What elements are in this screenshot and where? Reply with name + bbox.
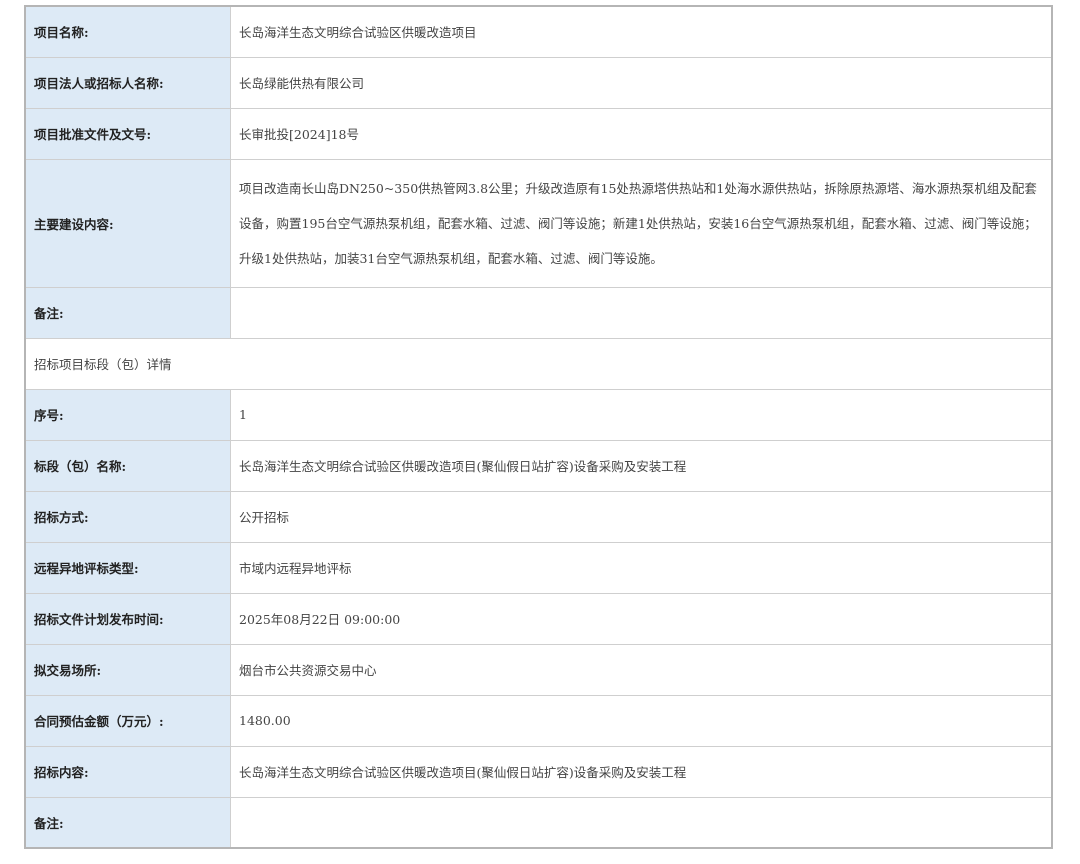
approval-doc-value: 长审批投[2024]18号: [230, 107, 1053, 160]
table-row-venue: 拟交易场所: 烟台市公共资源交易中心: [24, 643, 1053, 696]
bid-content-value: 长岛海洋生态文明综合试验区供暖改造项目(聚仙假日站扩容)设备采购及安装工程: [230, 745, 1053, 798]
table-row-construction-content: 主要建设内容: 项目改造南长山岛DN250~350供热管网3.8公里；升级改造原…: [24, 158, 1053, 288]
table-row-project-name: 项目名称: 长岛海洋生态文明综合试验区供暖改造项目: [24, 5, 1053, 58]
construction-content-label: 主要建设内容:: [24, 158, 231, 288]
bid-remarks-value: [230, 796, 1053, 849]
table-row-section-title: 招标项目标段（包）详情: [24, 337, 1053, 390]
contract-amount-label: 合同预估金额（万元）:: [24, 694, 231, 747]
approval-doc-label: 项目批准文件及文号:: [24, 107, 231, 160]
info-table-container: 项目名称: 长岛海洋生态文明综合试验区供暖改造项目 项目法人或招标人名称: 长岛…: [24, 5, 1053, 849]
table-row-tenderer: 项目法人或招标人名称: 长岛绿能供热有限公司: [24, 56, 1053, 109]
table-row-bid-remarks: 备注:: [24, 796, 1053, 849]
table-row-bid-method: 招标方式: 公开招标: [24, 490, 1053, 543]
bid-content-label: 招标内容:: [24, 745, 231, 798]
project-name-label: 项目名称:: [24, 5, 231, 58]
construction-content-value: 项目改造南长山岛DN250~350供热管网3.8公里；升级改造原有15处热源塔供…: [230, 158, 1053, 288]
project-remarks-label: 备注:: [24, 286, 231, 339]
bid-method-value: 公开招标: [230, 490, 1053, 543]
table-row-project-remarks: 备注:: [24, 286, 1053, 339]
publish-time-value: 2025年08月22日 09:00:00: [230, 592, 1053, 645]
table-row-bid-content: 招标内容: 长岛海洋生态文明综合试验区供暖改造项目(聚仙假日站扩容)设备采购及安…: [24, 745, 1053, 798]
table-row-serial: 序号: 1: [24, 388, 1053, 441]
contract-amount-value: 1480.00: [230, 694, 1053, 747]
table-row-contract-amount: 合同预估金额（万元）: 1480.00: [24, 694, 1053, 747]
tenderer-label: 项目法人或招标人名称:: [24, 56, 231, 109]
section-title: 招标项目标段（包）详情: [24, 337, 1053, 390]
venue-label: 拟交易场所:: [24, 643, 231, 696]
publish-time-label: 招标文件计划发布时间:: [24, 592, 231, 645]
table-row-lot-name: 标段（包）名称: 长岛海洋生态文明综合试验区供暖改造项目(聚仙假日站扩容)设备采…: [24, 439, 1053, 492]
tenderer-value: 长岛绿能供热有限公司: [230, 56, 1053, 109]
bid-method-label: 招标方式:: [24, 490, 231, 543]
table-row-approval-doc: 项目批准文件及文号: 长审批投[2024]18号: [24, 107, 1053, 160]
remote-eval-label: 远程异地评标类型:: [24, 541, 231, 594]
venue-value: 烟台市公共资源交易中心: [230, 643, 1053, 696]
lot-name-label: 标段（包）名称:: [24, 439, 231, 492]
serial-value: 1: [230, 388, 1053, 441]
project-info-table: 项目名称: 长岛海洋生态文明综合试验区供暖改造项目 项目法人或招标人名称: 长岛…: [24, 5, 1053, 849]
project-name-value: 长岛海洋生态文明综合试验区供暖改造项目: [230, 5, 1053, 58]
table-row-publish-time: 招标文件计划发布时间: 2025年08月22日 09:00:00: [24, 592, 1053, 645]
table-row-remote-eval: 远程异地评标类型: 市域内远程异地评标: [24, 541, 1053, 594]
lot-name-value: 长岛海洋生态文明综合试验区供暖改造项目(聚仙假日站扩容)设备采购及安装工程: [230, 439, 1053, 492]
project-remarks-value: [230, 286, 1053, 339]
serial-label: 序号:: [24, 388, 231, 441]
remote-eval-value: 市域内远程异地评标: [230, 541, 1053, 594]
bid-remarks-label: 备注:: [24, 796, 231, 849]
